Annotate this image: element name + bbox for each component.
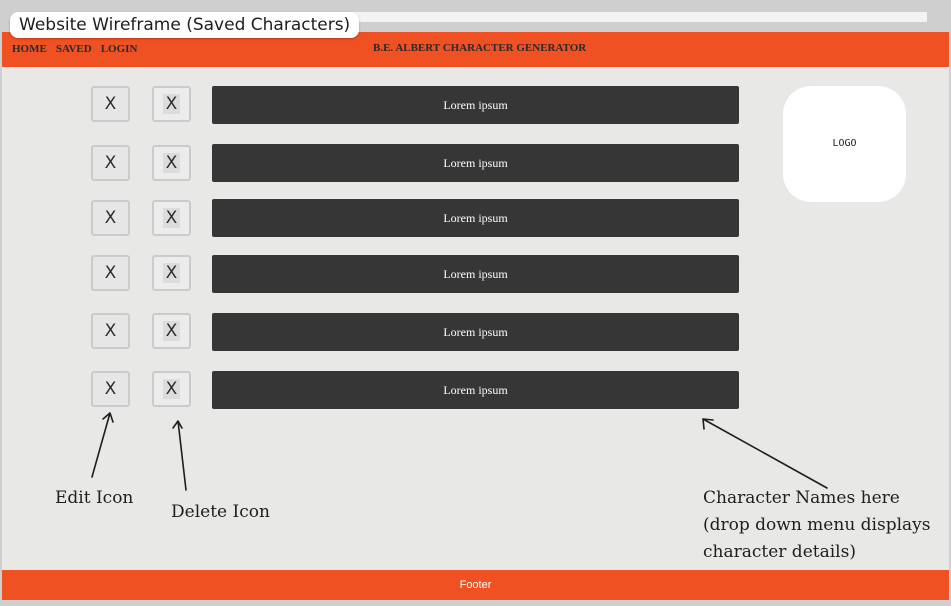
delete-pointer-arrow <box>172 420 187 491</box>
wireframe-canvas: HOME SAVED LOGIN B.E. ALBERT CHARACTER G… <box>2 32 949 600</box>
delete-icon-annotation: Delete Icon <box>171 502 270 522</box>
edit-icon-annotation: Edit Icon <box>55 488 134 508</box>
annotation-line: (drop down menu displays <box>703 515 931 535</box>
names-pointer-arrow <box>702 418 828 489</box>
frame-title: Website Wireframe (Saved Characters) <box>10 12 360 38</box>
frame-header-strip <box>330 12 927 22</box>
character-names-annotation: Character Names here (drop down menu dis… <box>703 485 931 566</box>
edit-pointer-arrow <box>91 412 114 478</box>
annotation-line: Character Names here <box>703 488 900 508</box>
annotation-line: character details) <box>703 542 856 562</box>
footer: Footer <box>2 570 949 600</box>
